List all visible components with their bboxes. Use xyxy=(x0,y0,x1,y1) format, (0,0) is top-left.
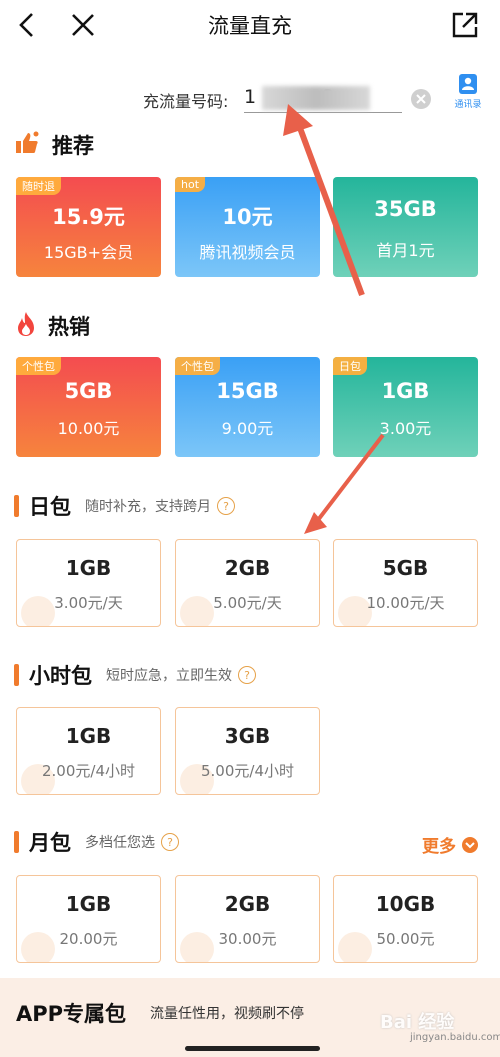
section-bar xyxy=(14,831,19,853)
help-icon[interactable]: ? xyxy=(238,666,256,684)
watermark-url: jingyan.baidu.com xyxy=(410,1032,500,1043)
phone-row: 充流量号码: 通讯录 xyxy=(0,74,500,120)
top-bar: 流量直充 xyxy=(0,0,500,50)
card-sub: 10.00元/天 xyxy=(366,594,445,612)
card-tag: 日包 xyxy=(333,357,367,375)
card-sub: 首月1元 xyxy=(376,241,435,260)
card-sub: 20.00元 xyxy=(59,930,118,948)
page-title: 流量直充 xyxy=(208,14,292,38)
card-main: 15GB xyxy=(216,379,279,403)
card-main: 10GB xyxy=(375,892,436,916)
more-label: 更多 xyxy=(422,837,456,857)
monthly-title: 月包 xyxy=(29,831,71,855)
share-icon[interactable] xyxy=(448,8,482,42)
more-button[interactable]: 更多 xyxy=(422,832,478,857)
monthly-header: 月包 多档任您选 ? xyxy=(14,827,179,857)
hot-title: 热销 xyxy=(48,315,90,339)
card-sub: 腾讯视频会员 xyxy=(199,243,296,262)
card-main: 2GB xyxy=(224,892,271,916)
card-sub: 3.00元/天 xyxy=(54,594,123,612)
thumbs-up-icon xyxy=(14,130,40,160)
card-sub: 30.00元 xyxy=(218,930,277,948)
card-main: 1GB xyxy=(381,379,430,403)
monthly-card-3[interactable]: 10GB 50.00元 xyxy=(333,875,478,963)
recommend-title: 推荐 xyxy=(52,134,94,158)
daily-title: 日包 xyxy=(29,495,71,519)
daily-header: 日包 随时补充，支持跨月 ? xyxy=(14,491,235,521)
card-tag: 个性包 xyxy=(16,357,61,375)
card-main: 10元 xyxy=(222,205,273,229)
card-main: 1GB xyxy=(65,724,112,748)
recommend-card-2[interactable]: hot 10元 腾讯视频会员 xyxy=(175,177,320,277)
help-icon[interactable]: ? xyxy=(217,497,235,515)
home-indicator[interactable] xyxy=(185,1046,320,1051)
contacts-icon xyxy=(459,74,477,94)
card-main: 5GB xyxy=(64,379,113,403)
section-bar xyxy=(14,495,19,517)
card-tag: 个性包 xyxy=(175,357,220,375)
card-main: 3GB xyxy=(224,724,271,748)
monthly-card-2[interactable]: 2GB 30.00元 xyxy=(175,875,320,963)
phone-mask xyxy=(262,86,370,110)
daily-card-3[interactable]: 5GB 10.00元/天 xyxy=(333,539,478,627)
hourly-header: 小时包 短时应急，立即生效 ? xyxy=(14,660,256,690)
card-sub: 9.00元 xyxy=(221,419,274,438)
hot-card-1[interactable]: 个性包 5GB 10.00元 xyxy=(16,357,161,457)
recommend-card-1[interactable]: 随时退 15.9元 15GB+会员 xyxy=(16,177,161,277)
card-main: 15.9元 xyxy=(52,205,125,229)
app-pack-title: APP专属包 xyxy=(16,1002,127,1026)
daily-subtitle: 随时补充，支持跨月 xyxy=(85,499,211,515)
hot-header: 热销 xyxy=(14,311,90,341)
card-sub: 50.00元 xyxy=(376,930,435,948)
card-main: 1GB xyxy=(65,892,112,916)
card-sub: 5.00元/天 xyxy=(213,594,282,612)
section-bar xyxy=(14,664,19,686)
contacts-label: 通讯录 xyxy=(454,100,482,110)
daily-card-2[interactable]: 2GB 5.00元/天 xyxy=(175,539,320,627)
chevron-down-icon xyxy=(462,836,478,853)
card-sub: 3.00元 xyxy=(379,419,432,438)
card-main: 5GB xyxy=(382,556,429,580)
card-sub: 10.00元 xyxy=(57,419,120,438)
card-main: 1GB xyxy=(65,556,112,580)
hourly-title: 小时包 xyxy=(29,664,92,688)
card-tag: hot xyxy=(175,177,206,192)
contacts-button[interactable]: 通讯录 xyxy=(450,74,486,110)
hot-card-2[interactable]: 个性包 15GB 9.00元 xyxy=(175,357,320,457)
daily-card-1[interactable]: 1GB 3.00元/天 xyxy=(16,539,161,627)
watermark-logo: Bai 经验 xyxy=(380,1012,455,1033)
phone-label: 充流量号码: xyxy=(143,92,229,111)
clear-icon[interactable] xyxy=(411,89,431,109)
recommend-card-3[interactable]: 35GB 首月1元 xyxy=(333,177,478,277)
app-pack-subtitle: 流量任性用，视频刷不停 xyxy=(150,1006,304,1022)
monthly-subtitle: 多档任您选 xyxy=(85,835,155,851)
monthly-card-1[interactable]: 1GB 20.00元 xyxy=(16,875,161,963)
card-sub: 5.00元/4小时 xyxy=(201,762,294,780)
card-sub: 15GB+会员 xyxy=(43,243,134,262)
card-main: 2GB xyxy=(224,556,271,580)
help-icon[interactable]: ? xyxy=(161,833,179,851)
recommend-header: 推荐 xyxy=(14,130,94,160)
hourly-card-1[interactable]: 1GB 2.00元/4小时 xyxy=(16,707,161,795)
card-main: 35GB xyxy=(374,197,437,221)
hourly-subtitle: 短时应急，立即生效 xyxy=(106,668,232,684)
card-tag: 随时退 xyxy=(16,177,61,195)
flame-icon xyxy=(14,310,38,342)
hourly-card-2[interactable]: 3GB 5.00元/4小时 xyxy=(175,707,320,795)
card-sub: 2.00元/4小时 xyxy=(42,762,135,780)
hot-card-3[interactable]: 日包 1GB 3.00元 xyxy=(333,357,478,457)
